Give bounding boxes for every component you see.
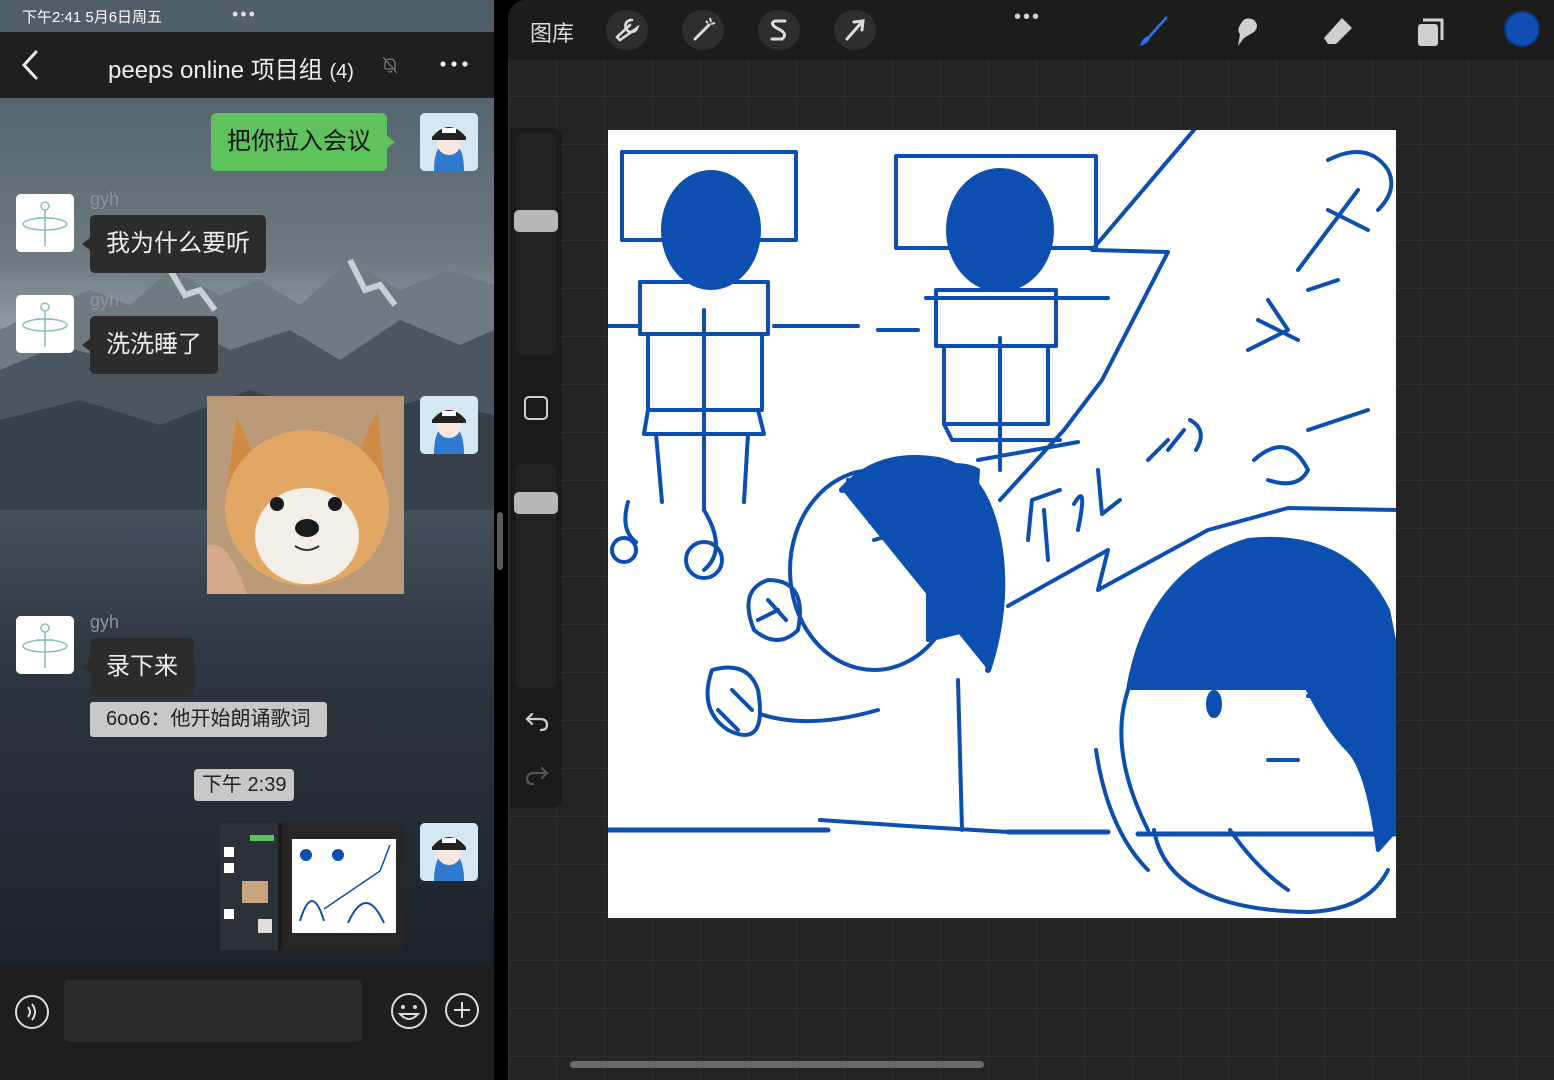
chat-input-bar bbox=[0, 966, 494, 1080]
chat-title-text: peeps online 项目组 bbox=[108, 57, 323, 84]
wrench-icon[interactable] bbox=[606, 10, 648, 50]
message-bubble-incoming[interactable]: 录下来 bbox=[82, 638, 194, 696]
eraser-icon[interactable] bbox=[1316, 10, 1358, 50]
avatar-stick-figure-icon bbox=[16, 616, 74, 674]
sender-name: gyh bbox=[90, 612, 120, 632]
color-picker-swatch[interactable] bbox=[1504, 11, 1540, 47]
my-avatar[interactable] bbox=[420, 396, 478, 454]
my-avatar[interactable] bbox=[420, 823, 478, 881]
message-bubble-outgoing[interactable]: 把你拉入会议 bbox=[211, 113, 395, 171]
status-time: 下午2:41 5月6日周五 bbox=[22, 9, 163, 26]
brush-size-slider[interactable] bbox=[516, 134, 556, 354]
brush-icon[interactable] bbox=[1132, 10, 1174, 50]
emoji-icon[interactable] bbox=[390, 992, 428, 1030]
smudge-icon[interactable] bbox=[1224, 10, 1266, 50]
gyh-avatar[interactable] bbox=[16, 616, 74, 674]
more-options-icon[interactable] bbox=[438, 54, 470, 74]
message-bubble-incoming[interactable]: 我为什么要听 bbox=[82, 215, 266, 273]
gallery-button[interactable]: 图库 bbox=[530, 16, 574, 48]
avatar-stick-figure-icon bbox=[16, 194, 74, 252]
gyh-avatar[interactable] bbox=[16, 295, 74, 353]
message-timestamp: 下午 2:39 bbox=[194, 769, 295, 801]
voice-input-icon[interactable] bbox=[14, 994, 50, 1030]
back-icon[interactable] bbox=[18, 48, 44, 82]
drawing-toolbar: 图库 ••• bbox=[508, 0, 1554, 60]
avatar-girl-cap-icon bbox=[420, 396, 478, 454]
redo-icon[interactable] bbox=[524, 764, 550, 786]
member-count: (4) bbox=[329, 61, 354, 83]
avatar-girl-cap-icon bbox=[420, 113, 478, 171]
avatar-stick-figure-icon bbox=[16, 295, 74, 353]
screenshot-thumbnail-image[interactable] bbox=[220, 823, 404, 950]
status-bar: 下午2:41 5月6日周五 ••• bbox=[0, 0, 494, 32]
transform-arrow-icon[interactable] bbox=[834, 10, 876, 50]
brush-size-handle[interactable] bbox=[514, 210, 558, 232]
brush-sidebar bbox=[510, 128, 562, 808]
add-attachment-icon[interactable] bbox=[444, 992, 480, 1028]
home-indicator[interactable] bbox=[570, 1061, 984, 1068]
drawing-app: 图库 ••• bbox=[508, 0, 1554, 1080]
gyh-avatar[interactable] bbox=[16, 194, 74, 252]
chat-pane: 下午2:41 5月6日周五 ••• peeps online 项目组 (4) 把… bbox=[0, 0, 494, 1080]
chat-title: peeps online 项目组 (4) bbox=[108, 50, 354, 85]
eyedropper-modifier-button[interactable] bbox=[524, 396, 548, 420]
quoted-reply[interactable]: 6oo6：他开始朗诵歌词 bbox=[90, 702, 327, 737]
chat-navbar: peeps online 项目组 (4) bbox=[0, 32, 494, 98]
multitask-dots-icon[interactable]: ••• bbox=[232, 4, 257, 25]
sender-name: gyh bbox=[90, 290, 120, 310]
app-menu-dots[interactable]: ••• bbox=[1014, 6, 1041, 29]
shiba-dog-icon bbox=[207, 396, 404, 594]
message-bubble-incoming[interactable]: 洗洗睡了 bbox=[82, 316, 218, 374]
undo-icon[interactable] bbox=[524, 710, 550, 732]
drawing-canvas[interactable] bbox=[608, 130, 1396, 918]
shiba-dog-sticker-image[interactable] bbox=[207, 396, 404, 594]
mute-bell-icon bbox=[382, 56, 398, 74]
opacity-handle[interactable] bbox=[514, 492, 558, 514]
screenshot-preview-icon bbox=[220, 823, 404, 950]
adjustments-s-icon[interactable] bbox=[758, 10, 800, 50]
layers-icon[interactable] bbox=[1408, 10, 1450, 50]
magic-wand-icon[interactable] bbox=[682, 10, 724, 50]
message-input[interactable] bbox=[64, 980, 362, 1042]
sketch-artwork bbox=[608, 130, 1396, 914]
my-avatar[interactable] bbox=[420, 113, 478, 171]
sender-name: gyh bbox=[90, 189, 120, 209]
avatar-girl-cap-icon bbox=[420, 823, 478, 881]
split-view-handle[interactable] bbox=[497, 512, 503, 570]
